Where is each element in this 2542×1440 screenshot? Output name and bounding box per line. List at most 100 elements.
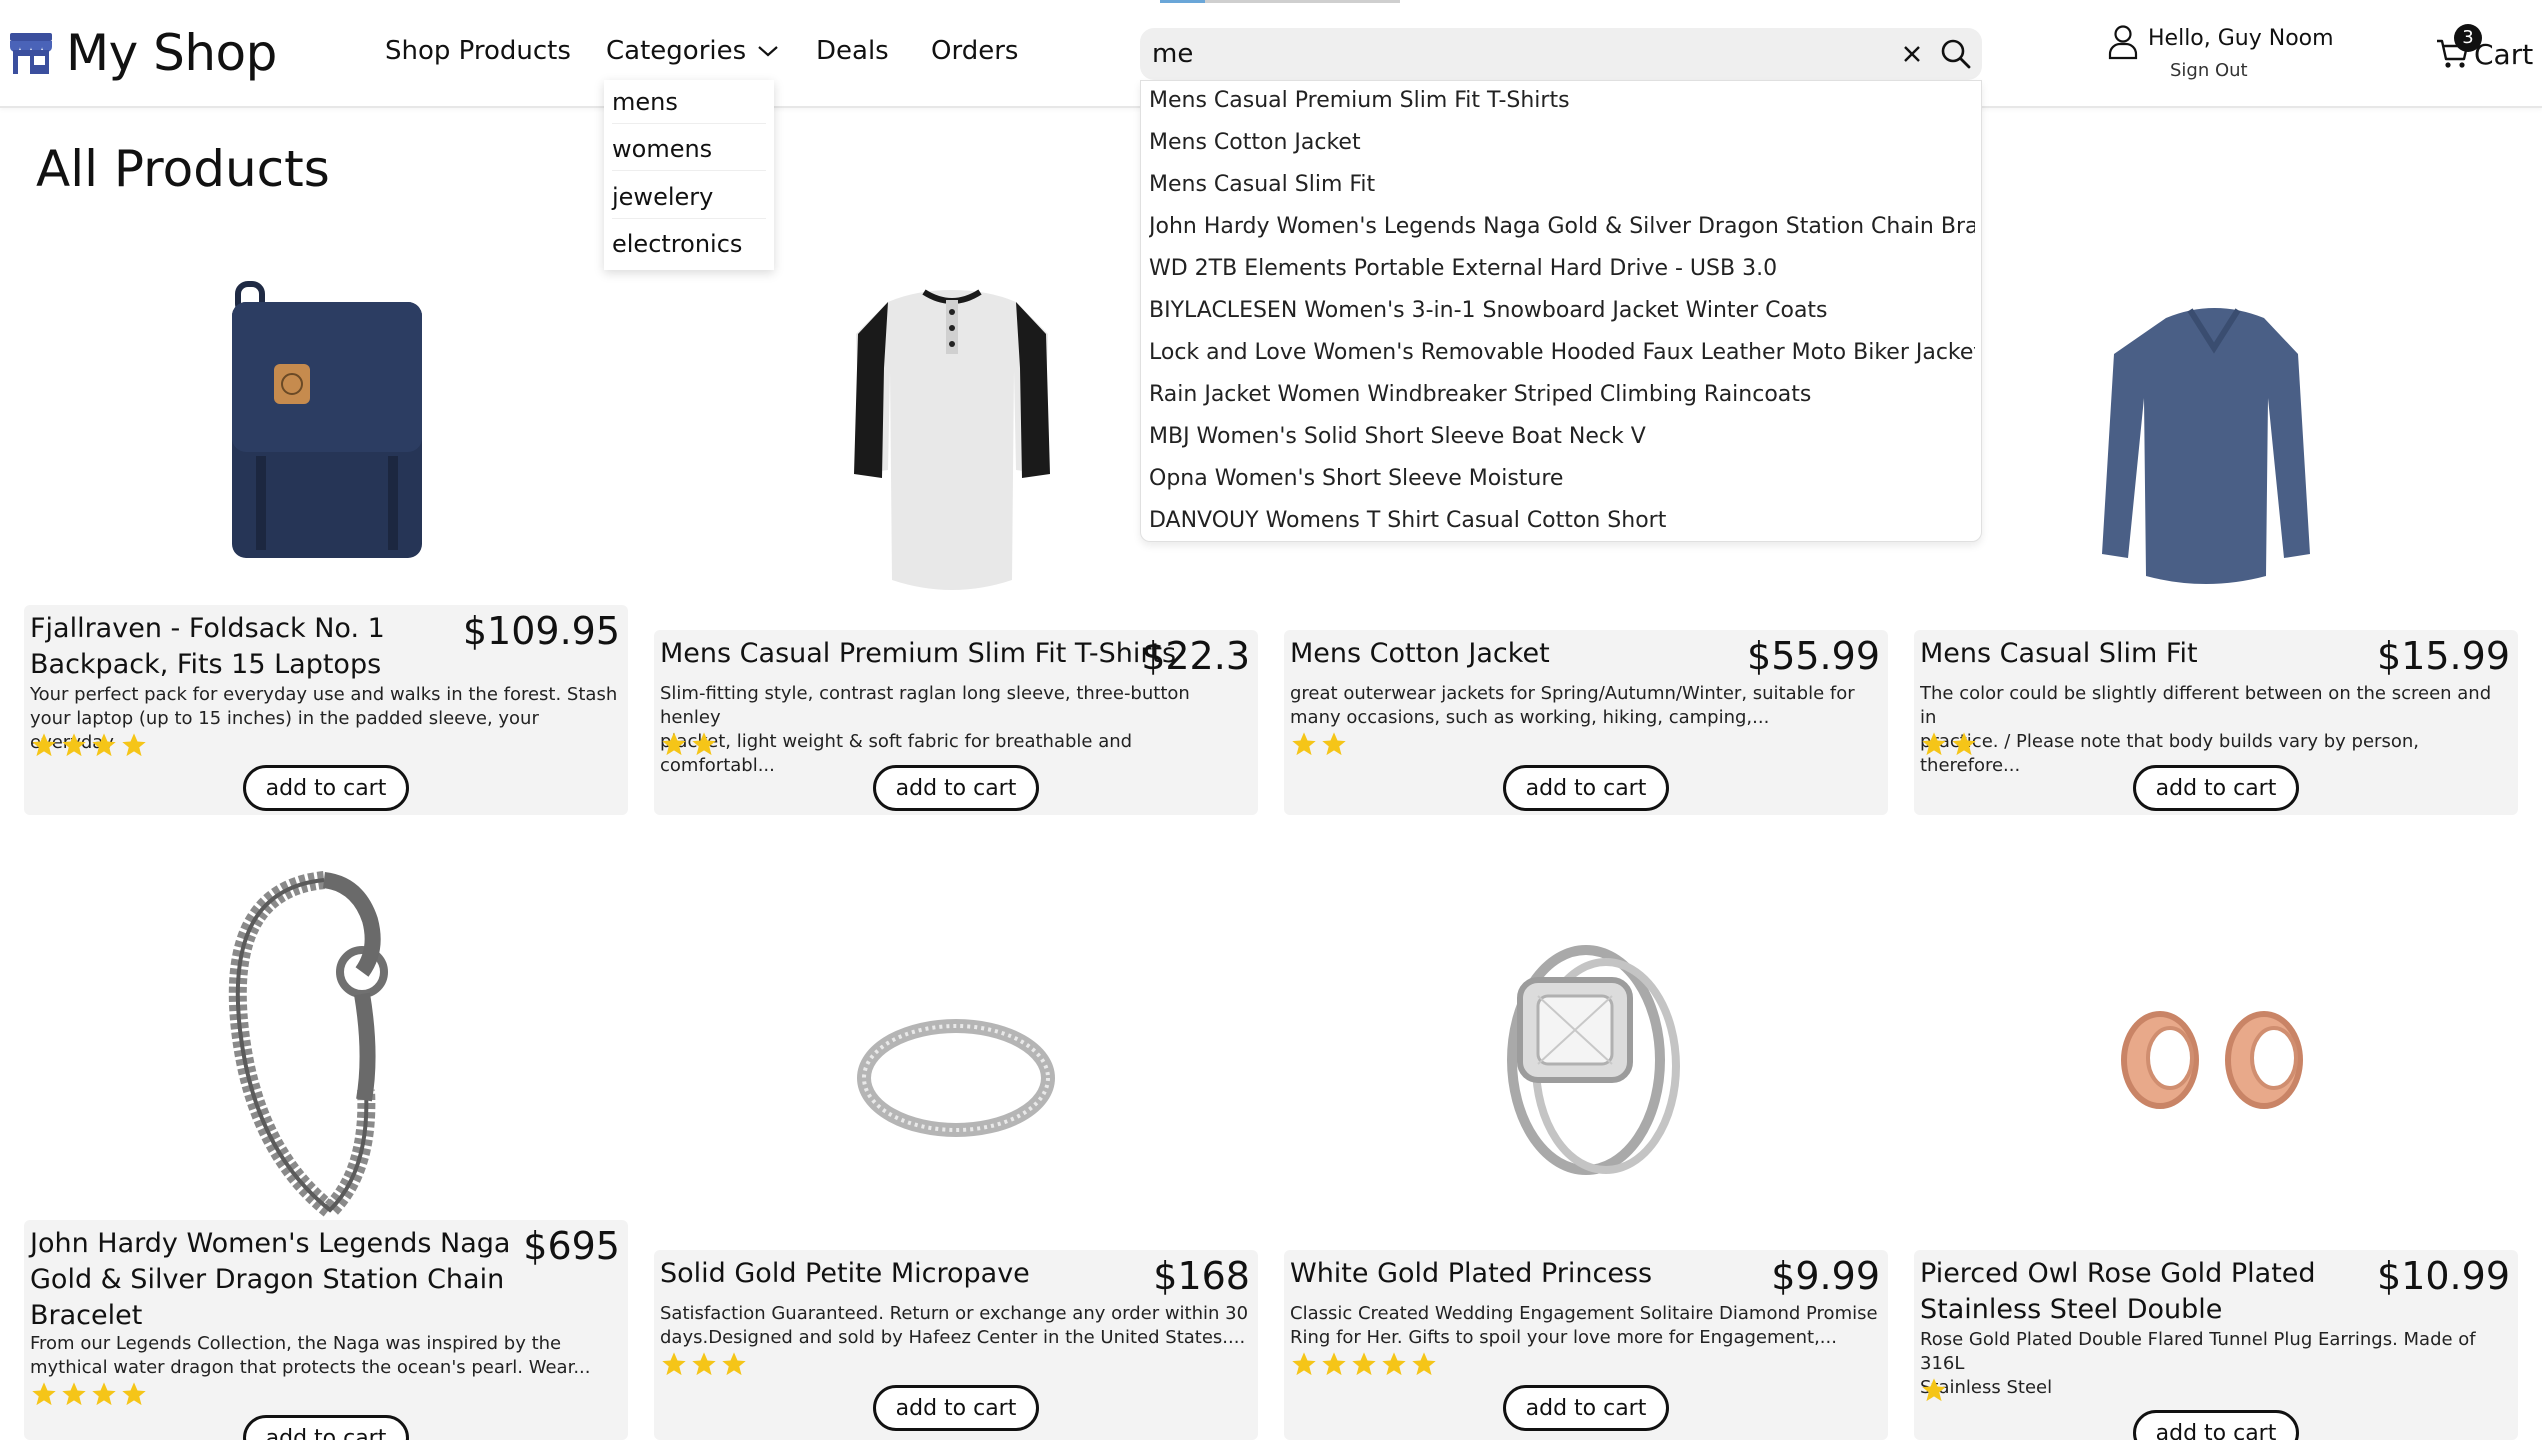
product-price: $168 [1153, 1254, 1250, 1298]
suggestion-item[interactable]: Opna Women's Short Sleeve Moisture [1149, 459, 1975, 501]
diamond-ring-image [1507, 945, 1680, 1175]
product-price: $695 [523, 1224, 620, 1268]
description-line: Your perfect pack for everyday use and w… [30, 684, 618, 705]
suggestion-item[interactable]: Lock and Love Women's Removable Hooded F… [1149, 333, 1975, 375]
star-icon [662, 1352, 686, 1376]
add-to-cart-button[interactable]: add to cart [873, 1385, 1039, 1431]
rating-stars [30, 1380, 148, 1408]
star-icon [1412, 1352, 1436, 1376]
product-info: Mens Casual Slim Fit $15.99 The color co… [1914, 630, 2518, 815]
product-name[interactable]: Mens Cotton Jacket [1290, 636, 1550, 672]
star-icon [92, 1382, 116, 1406]
product-info: Pierced Owl Rose Gold Plated Stainless S… [1914, 1250, 2518, 1440]
user-account[interactable]: Hello, Guy Noom Sign Out [2108, 22, 2334, 88]
description-line: mythical water dragon that protects the … [30, 1357, 591, 1378]
suggestion-item[interactable]: WD 2TB Elements Portable External Hard D… [1149, 249, 1975, 291]
product-name[interactable]: Solid Gold Petite Micropave [660, 1256, 1030, 1292]
product-name[interactable]: Pierced Owl Rose Gold Plated Stainless S… [1920, 1256, 2316, 1328]
star-icon [1952, 732, 1976, 756]
product-info: Fjallraven - Foldsack No. 1 Backpack, Fi… [24, 605, 628, 815]
product-name-line: Pierced Owl Rose Gold Plated [1920, 1258, 2316, 1289]
description-line: days.Designed and sold by Hafeez Center … [660, 1327, 1246, 1348]
product-description: Rose Gold Plated Double Flared Tunnel Pl… [1920, 1328, 2512, 1400]
description-line: From our Legends Collection, the Naga wa… [30, 1333, 562, 1354]
suggestion-item[interactable]: Rain Jacket Women Windbreaker Striped Cl… [1149, 375, 1975, 417]
product-info: John Hardy Women's Legends Naga Gold & S… [24, 1220, 628, 1440]
close-icon[interactable] [1900, 42, 1924, 66]
nav-deals[interactable]: Deals [816, 36, 889, 66]
nav-shop-products[interactable]: Shop Products [385, 36, 571, 66]
cart-button[interactable]: 3 Cart [2436, 24, 2540, 80]
suggestion-item[interactable]: DANVOUY Womens T Shirt Casual Cotton Sho… [1149, 501, 1975, 543]
product-name[interactable]: John Hardy Women's Legends Naga Gold & S… [30, 1226, 510, 1334]
product-name[interactable]: Fjallraven - Foldsack No. 1 Backpack, Fi… [30, 611, 385, 683]
suggestion-item[interactable]: BIYLACLESEN Women's 3-in-1 Snowboard Jac… [1149, 291, 1975, 333]
suggestion-item[interactable]: MBJ Women's Solid Short Sleeve Boat Neck… [1149, 417, 1975, 459]
search-input[interactable] [1152, 28, 1872, 80]
star-icon [692, 1352, 716, 1376]
description-line: Satisfaction Guaranteed. Return or excha… [660, 1303, 1249, 1324]
product-price: $55.99 [1747, 634, 1880, 678]
product-image[interactable] [1284, 860, 1888, 1250]
add-to-cart-button[interactable]: add to cart [243, 1415, 409, 1440]
product-name[interactable]: White Gold Plated Princess [1290, 1256, 1652, 1292]
sign-out-link[interactable]: Sign Out [2170, 60, 2248, 81]
add-to-cart-button[interactable]: add to cart [2133, 1410, 2299, 1440]
product-image[interactable] [1914, 240, 2518, 630]
product-price: $15.99 [2377, 634, 2510, 678]
search-bar [1140, 28, 1982, 80]
product-price: $9.99 [1771, 1254, 1880, 1298]
add-to-cart-button[interactable]: add to cart [1503, 765, 1669, 811]
add-to-cart-button[interactable]: add to cart [873, 765, 1039, 811]
star-icon [1382, 1352, 1406, 1376]
storefront-icon [10, 33, 52, 74]
product-name-line: Bracelet [30, 1300, 143, 1331]
description-line: great outerwear jackets for Spring/Autum… [1290, 683, 1855, 704]
search-icon[interactable] [1938, 36, 1974, 72]
product-name-line: John Hardy Women's Legends Naga [30, 1228, 511, 1259]
product-description: From our Legends Collection, the Naga wa… [30, 1332, 622, 1380]
product-card: John Hardy Women's Legends Naga Gold & S… [24, 860, 628, 1440]
description-line: Slim-fitting style, contrast raglan long… [660, 683, 1190, 728]
product-name[interactable]: Mens Casual Premium Slim Fit T-Shirts [660, 636, 1176, 672]
star-icon [122, 733, 146, 757]
description-line: many occasions, such as working, hiking,… [1290, 707, 1770, 728]
product-description: great outerwear jackets for Spring/Autum… [1290, 682, 1882, 730]
product-card: White Gold Plated Princess $9.99 Classic… [1284, 860, 1888, 1440]
suggestion-item[interactable]: Mens Casual Slim Fit [1149, 165, 1975, 207]
product-description: The color could be slightly different be… [1920, 682, 2512, 778]
nav-orders[interactable]: Orders [931, 36, 1018, 66]
blue-longsleeve-image [2102, 308, 2310, 584]
category-mens[interactable]: mens [612, 80, 766, 124]
logo[interactable]: My Shop [8, 24, 277, 82]
product-description: Classic Created Wedding Engagement Solit… [1290, 1302, 1882, 1350]
star-icon [1322, 1352, 1346, 1376]
nav-categories-label: Categories [606, 36, 747, 66]
user-greeting: Hello, Guy Noom [2148, 26, 2334, 51]
product-card: Pierced Owl Rose Gold Plated Stainless S… [1914, 860, 2518, 1440]
suggestion-item[interactable]: Mens Casual Premium Slim Fit T-Shirts [1149, 81, 1975, 123]
dragon-bracelet-image [228, 871, 388, 1223]
star-icon [1922, 1378, 1946, 1402]
rating-stars [1290, 1350, 1438, 1378]
product-image[interactable] [1914, 860, 2518, 1250]
product-image[interactable] [654, 860, 1258, 1250]
product-image[interactable] [24, 240, 628, 600]
star-icon [1292, 732, 1316, 756]
category-womens[interactable]: womens [612, 127, 766, 171]
product-price: $10.99 [2377, 1254, 2510, 1298]
add-to-cart-button[interactable]: add to cart [1503, 1385, 1669, 1431]
star-icon [32, 733, 56, 757]
product-image[interactable] [24, 860, 628, 1223]
add-to-cart-button[interactable]: add to cart [2133, 765, 2299, 811]
suggestion-item[interactable]: Mens Cotton Jacket [1149, 123, 1975, 165]
category-electronics[interactable]: electronics [612, 222, 766, 266]
category-jewelery[interactable]: jewelery [612, 175, 766, 219]
nav-categories[interactable]: Categories [606, 36, 780, 66]
suggestion-item[interactable]: John Hardy Women's Legends Naga Gold & S… [1149, 207, 1975, 249]
product-name[interactable]: Mens Casual Slim Fit [1920, 636, 2198, 672]
add-to-cart-button[interactable]: add to cart [243, 765, 409, 811]
star-icon [1322, 732, 1346, 756]
thin-ring-image [857, 1019, 1055, 1137]
product-info: Solid Gold Petite Micropave $168 Satisfa… [654, 1250, 1258, 1440]
